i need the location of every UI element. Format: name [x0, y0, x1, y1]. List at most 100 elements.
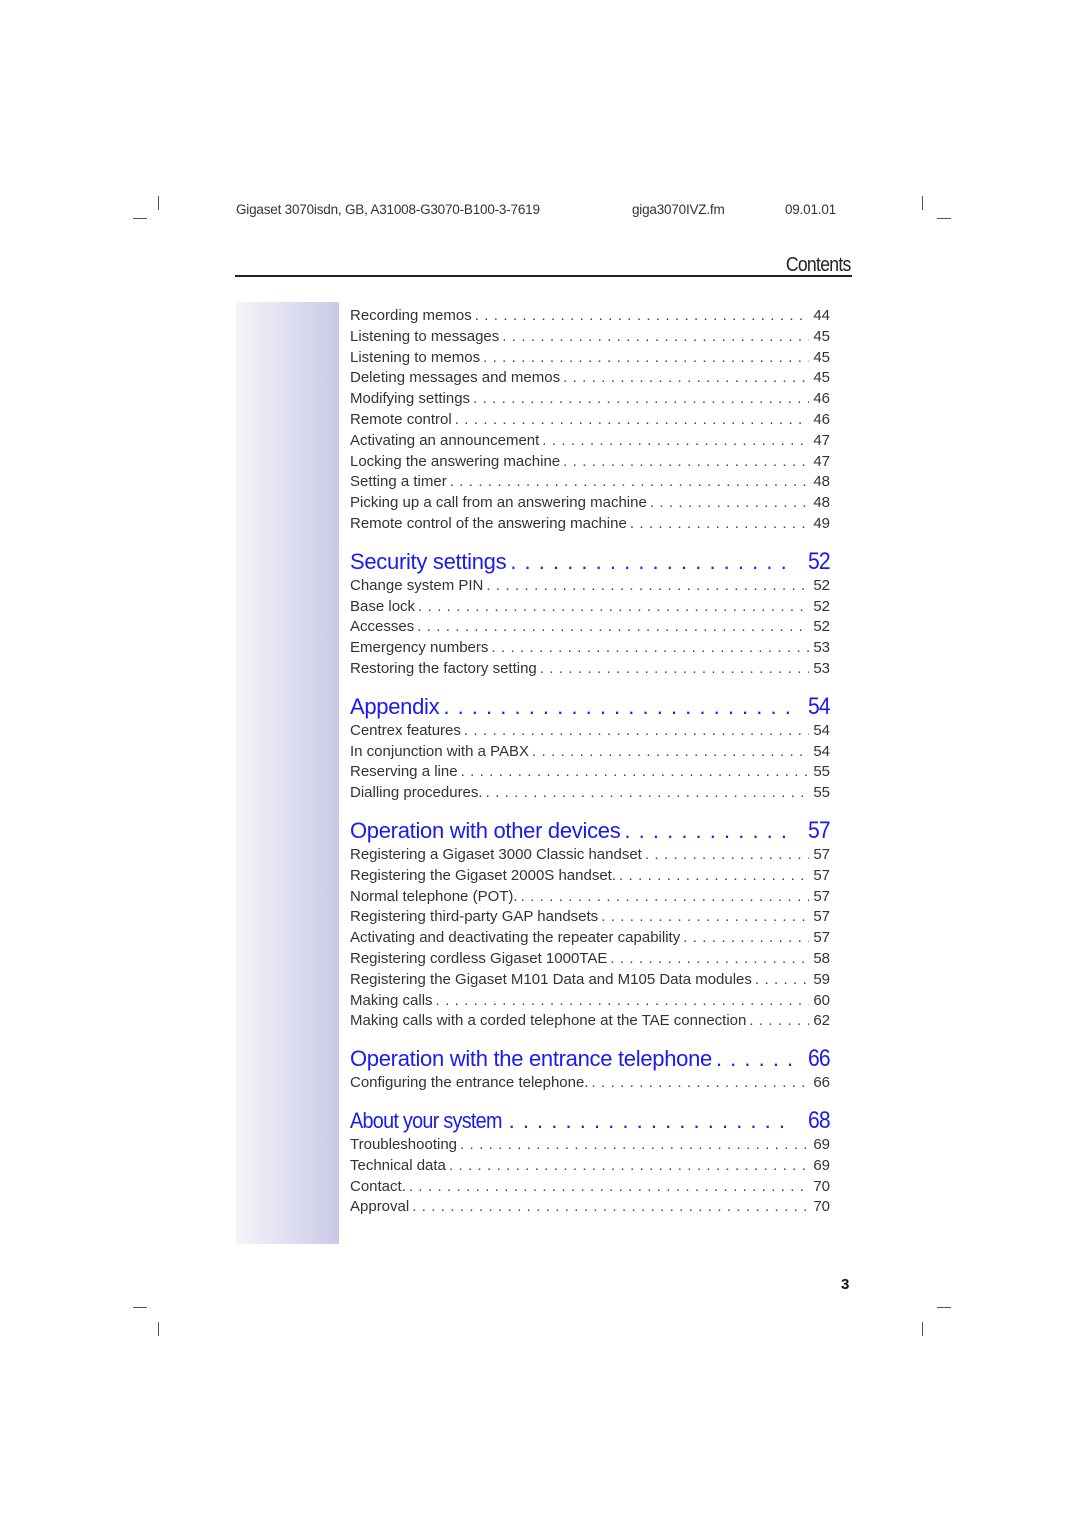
toc-page-number: 57 [813, 845, 830, 863]
toc-page-number: 46 [813, 410, 830, 428]
toc-entry[interactable]: Making calls 60 [350, 991, 830, 1012]
crop-mark [158, 1322, 159, 1336]
dot-leader [560, 452, 809, 473]
toc-section-heading[interactable]: About your system 68 [350, 1107, 830, 1135]
dot-leader [446, 1156, 809, 1177]
toc-entry[interactable]: Registering the Gigaset M101 Data and M1… [350, 970, 830, 991]
toc-label: Approval [350, 1198, 410, 1216]
dot-leader [712, 1045, 795, 1073]
toc-entry[interactable]: Listening to messages 45 [350, 327, 830, 348]
dot-leader [539, 431, 809, 452]
toc-label: Remote control of the answering machine [350, 514, 627, 532]
toc-entry[interactable]: Activating and deactivating the repeater… [350, 928, 830, 949]
toc-label: Appendix [350, 693, 440, 719]
toc-entry[interactable]: Restoring the factory setting 53 [350, 659, 830, 680]
toc-entry[interactable]: Dialling procedures. 55 [350, 783, 830, 804]
toc-label: Troubleshooting [350, 1135, 458, 1153]
toc-section-heading[interactable]: Appendix 54 [350, 693, 830, 721]
toc-label: Listening to messages [350, 327, 500, 345]
toc-page-number: 44 [813, 307, 830, 324]
dot-leader [406, 1177, 809, 1198]
toc-entry[interactable]: Recording memos 44 [350, 306, 830, 327]
toc-entry[interactable]: Emergency numbers 53 [350, 638, 830, 659]
toc-label: Making calls [350, 991, 433, 1009]
toc-label: Change system PIN [350, 576, 484, 594]
toc-label: Listening to memos [350, 348, 481, 366]
crop-mark [158, 196, 159, 210]
toc-label: Making calls with a corded telephone at … [350, 1012, 747, 1030]
toc-label: Dialling procedures. [350, 784, 483, 802]
toc-page-number: 53 [813, 639, 830, 657]
toc-entry[interactable]: Approval 70 [350, 1197, 830, 1218]
toc-entry[interactable]: Base lock 52 [350, 597, 830, 618]
dot-leader [433, 991, 810, 1012]
dot-leader [642, 845, 809, 866]
crop-mark [937, 1307, 951, 1308]
toc-label: Setting a timer [350, 473, 447, 491]
dot-leader [457, 1135, 809, 1156]
crop-mark [922, 1322, 923, 1336]
toc-entry[interactable]: Activating an announcement 47 [350, 431, 830, 452]
toc-entry[interactable]: Remote control of the answering machine 4… [350, 514, 830, 535]
toc-page-number: 69 [813, 1135, 830, 1153]
toc-entry[interactable]: Setting a timer 48 [350, 472, 830, 493]
toc-label: Locking the answering machine [350, 452, 561, 470]
toc-entry[interactable]: Centrex features 54 [350, 721, 830, 742]
toc-entry[interactable]: Registering cordless Gigaset 1000TAE 58 [350, 949, 830, 970]
dot-leader [483, 783, 810, 804]
crop-mark [937, 218, 951, 219]
dot-leader [458, 762, 810, 783]
toc-section-heading[interactable]: Operation with the entrance telephone 66 [350, 1045, 830, 1073]
toc-entry[interactable]: In conjunction with a PABX 54 [350, 742, 830, 763]
toc-label: Activating an announcement [350, 431, 540, 449]
toc-entry[interactable]: Registering third-party GAP handsets 57 [350, 907, 830, 928]
toc-label: About your system [350, 1107, 502, 1133]
toc-entry[interactable]: Contact. 70 [350, 1177, 830, 1198]
toc-page-number: 60 [813, 991, 830, 1009]
toc-entry[interactable]: Making calls with a corded telephone at … [350, 1011, 830, 1032]
toc-entry[interactable]: Normal telephone (POT). 57 [350, 887, 830, 908]
toc-entry[interactable]: Troubleshooting 69 [350, 1135, 830, 1156]
toc-entry[interactable]: Picking up a call from an answering mach… [350, 493, 830, 514]
toc-page-number: 57 [813, 929, 830, 947]
header-file-name: giga3070IVZ.fm [632, 202, 725, 217]
dot-leader [472, 306, 810, 327]
toc-page-number: 58 [813, 949, 830, 967]
toc-label: Registering the Gigaset M101 Data and M1… [350, 970, 752, 988]
toc-entry[interactable]: Accesses 52 [350, 617, 830, 638]
toc-page-number: 55 [813, 784, 830, 802]
dot-leader [589, 1073, 810, 1094]
toc-section-heading[interactable]: Operation with other devices 57 [350, 817, 830, 845]
dot-leader [439, 693, 795, 721]
toc-entry[interactable]: Remote control 46 [350, 410, 830, 431]
page-title: Contents [786, 254, 852, 276]
toc-entry[interactable]: Registering a Gigaset 3000 Classic hands… [350, 845, 830, 866]
toc-entry[interactable]: Deleting messages and memos 45 [350, 368, 830, 389]
toc-entry[interactable]: Technical data 69 [350, 1156, 830, 1177]
toc-page-number: 47 [813, 431, 830, 449]
toc-label: Deleting messages and memos [350, 369, 561, 387]
dot-leader [483, 576, 809, 597]
dot-leader [627, 514, 810, 535]
toc-entry[interactable]: Locking the answering machine 47 [350, 452, 830, 473]
toc-entry[interactable]: Configuring the entrance telephone. 66 [350, 1073, 830, 1094]
toc-page-number: 55 [813, 763, 830, 781]
toc-page-number: 62 [813, 1012, 830, 1030]
dot-leader [607, 949, 809, 970]
toc-section-heading[interactable]: Security settings 52 [350, 548, 830, 576]
toc-entry[interactable]: Listening to memos 45 [350, 348, 830, 369]
dot-leader [680, 928, 809, 949]
toc-page-number: 45 [813, 369, 830, 387]
toc-label: Modifying settings [350, 390, 471, 408]
toc-page-number: 48 [813, 494, 830, 512]
toc-entry[interactable]: Reserving a line 55 [350, 762, 830, 783]
toc-label: Security settings [350, 548, 507, 574]
toc-entry[interactable]: Change system PIN 52 [350, 576, 830, 597]
toc-entry[interactable]: Modifying settings 46 [350, 389, 830, 410]
toc-entry[interactable]: Registering the Gigaset 2000S handset. 57 [350, 866, 830, 887]
toc-label: Operation with the entrance telephone [350, 1046, 712, 1072]
toc-page-number: 66 [813, 1074, 830, 1092]
crop-mark [133, 218, 147, 219]
dot-leader [560, 368, 809, 389]
toc-label: Activating and deactivating the repeater… [350, 929, 681, 947]
